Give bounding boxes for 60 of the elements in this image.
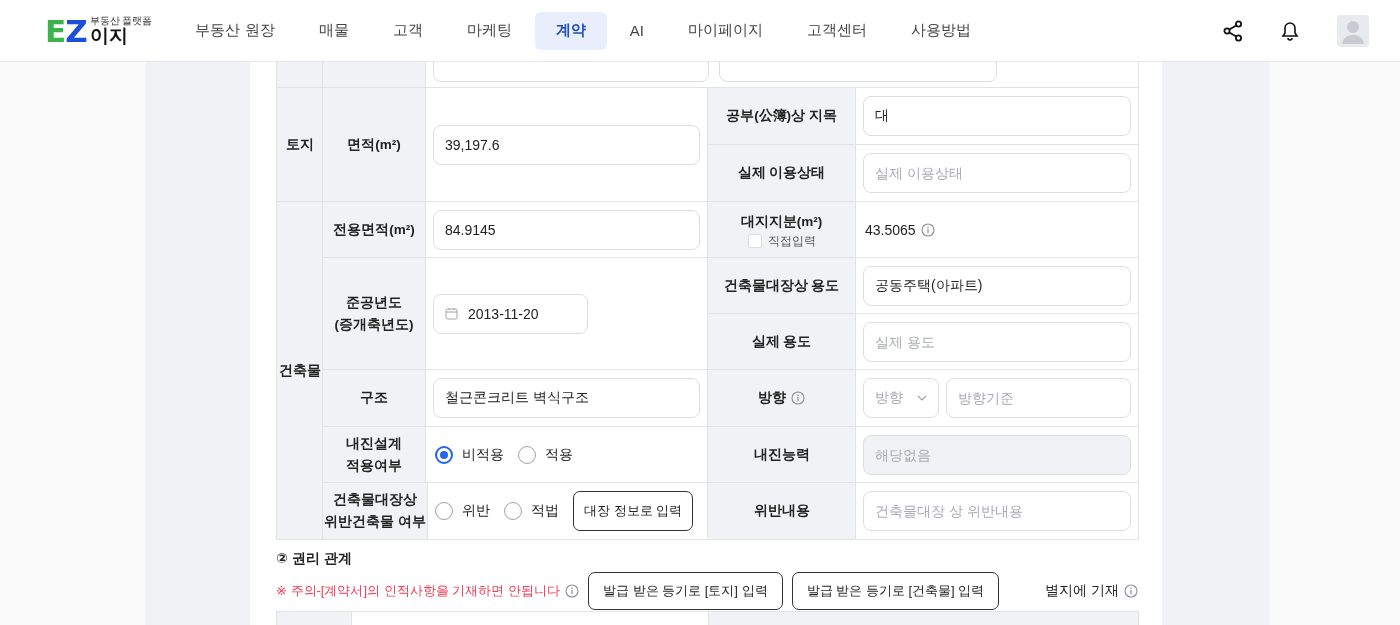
nav-tab[interactable]: 사용방법 [889, 11, 992, 50]
nav-tab[interactable]: 매물 [297, 11, 370, 50]
section-label: 토지 [277, 88, 323, 202]
nav-tab[interactable]: 마케팅 [445, 11, 533, 50]
text-field[interactable]: 실제 용도 [863, 321, 1131, 362]
nav-tab[interactable]: AI [608, 11, 665, 50]
nav-tab[interactable]: 계약 [534, 11, 607, 50]
row-label: 공부(公簿)상 지목 [708, 88, 856, 145]
text-field[interactable]: 건축물대장 상 위반내용 [863, 491, 1131, 531]
info-icon[interactable] [920, 222, 935, 237]
checkbox-label[interactable]: 직접입력 [767, 232, 816, 249]
row-label: 위반내용 [708, 483, 856, 540]
row-label: 실제 이용상태 [708, 145, 856, 202]
checkbox[interactable] [747, 233, 762, 248]
row-label: 내진능력 [708, 427, 856, 483]
attach-label: 별지에 기재 [1045, 582, 1119, 600]
nav-tab[interactable]: 고객 [371, 11, 444, 50]
register-info-button[interactable]: 대장 정보로 입력 [573, 491, 694, 531]
chevron-down-icon [917, 395, 927, 401]
radio-label[interactable]: 적법 [531, 502, 559, 520]
info-icon[interactable] [791, 391, 805, 405]
row-label: 건축물대장상 용도 [708, 258, 856, 314]
logo-mark[interactable]: EZ [45, 17, 87, 45]
text-field[interactable]: 대 [863, 96, 1131, 136]
text-field[interactable]: 실제 이용상태 [863, 153, 1131, 193]
logo-tagline: 부동산 플랫폼 [89, 16, 153, 26]
nav-tab[interactable]: 마이페이지 [666, 11, 784, 50]
section-label: 건축물 [277, 202, 323, 540]
info-icon[interactable] [1124, 584, 1138, 598]
text-field[interactable]: 39,197.6 [433, 124, 700, 165]
share-icon[interactable] [1223, 19, 1243, 42]
row-label: 내진설계 적용여부 [323, 427, 426, 483]
text-field[interactable]: 공동주택(아파트) [863, 265, 1131, 306]
logo-word[interactable]: 이지 [89, 26, 153, 45]
text-field[interactable]: 84.9145 [433, 209, 700, 250]
text-field[interactable]: 방향기준 [946, 378, 1131, 418]
registry-input-button[interactable]: 발급 받은 등기로 [토지] 입력 [587, 572, 783, 610]
nav-tab[interactable]: 고객센터 [785, 11, 888, 50]
section-title: ② 권리 관계 [276, 550, 352, 568]
row-label: 전용면적(m²) [323, 202, 426, 258]
row-label: 구조 [323, 370, 426, 427]
label-text: 방향 [758, 389, 786, 407]
radio-button[interactable] [435, 445, 453, 464]
text-field[interactable]: 철근콘크리트 벽식구조 [433, 378, 700, 418]
nav-tab[interactable]: 부동산 원장 [174, 11, 296, 50]
area-share-value: 43.5065 [865, 221, 916, 238]
info-icon[interactable] [564, 584, 579, 598]
row-label: 실제 용도 [708, 314, 856, 370]
warning-text: ※ 주의-[계약서]의 인적사항을 기재하면 안됩니다 [276, 582, 560, 600]
calendar-icon [445, 307, 458, 320]
registry-input-button[interactable]: 발급 받은 등기로 [건축물] 입력 [791, 572, 1000, 610]
label-text: 대지지분(m²) [740, 212, 823, 231]
row-label: 건축물대장상 위반건축물 여부 [323, 483, 428, 540]
bell-icon[interactable] [1281, 20, 1299, 41]
radio-label[interactable]: 적용 [545, 445, 573, 464]
row-label: 면적(m²) [323, 88, 426, 202]
row-label: 준공년도 (증개축년도) [323, 258, 426, 370]
radio-label[interactable]: 위반 [462, 502, 490, 520]
radio-label[interactable]: 비적용 [462, 445, 504, 464]
date-field[interactable]: 2013-11-20 [433, 293, 588, 334]
